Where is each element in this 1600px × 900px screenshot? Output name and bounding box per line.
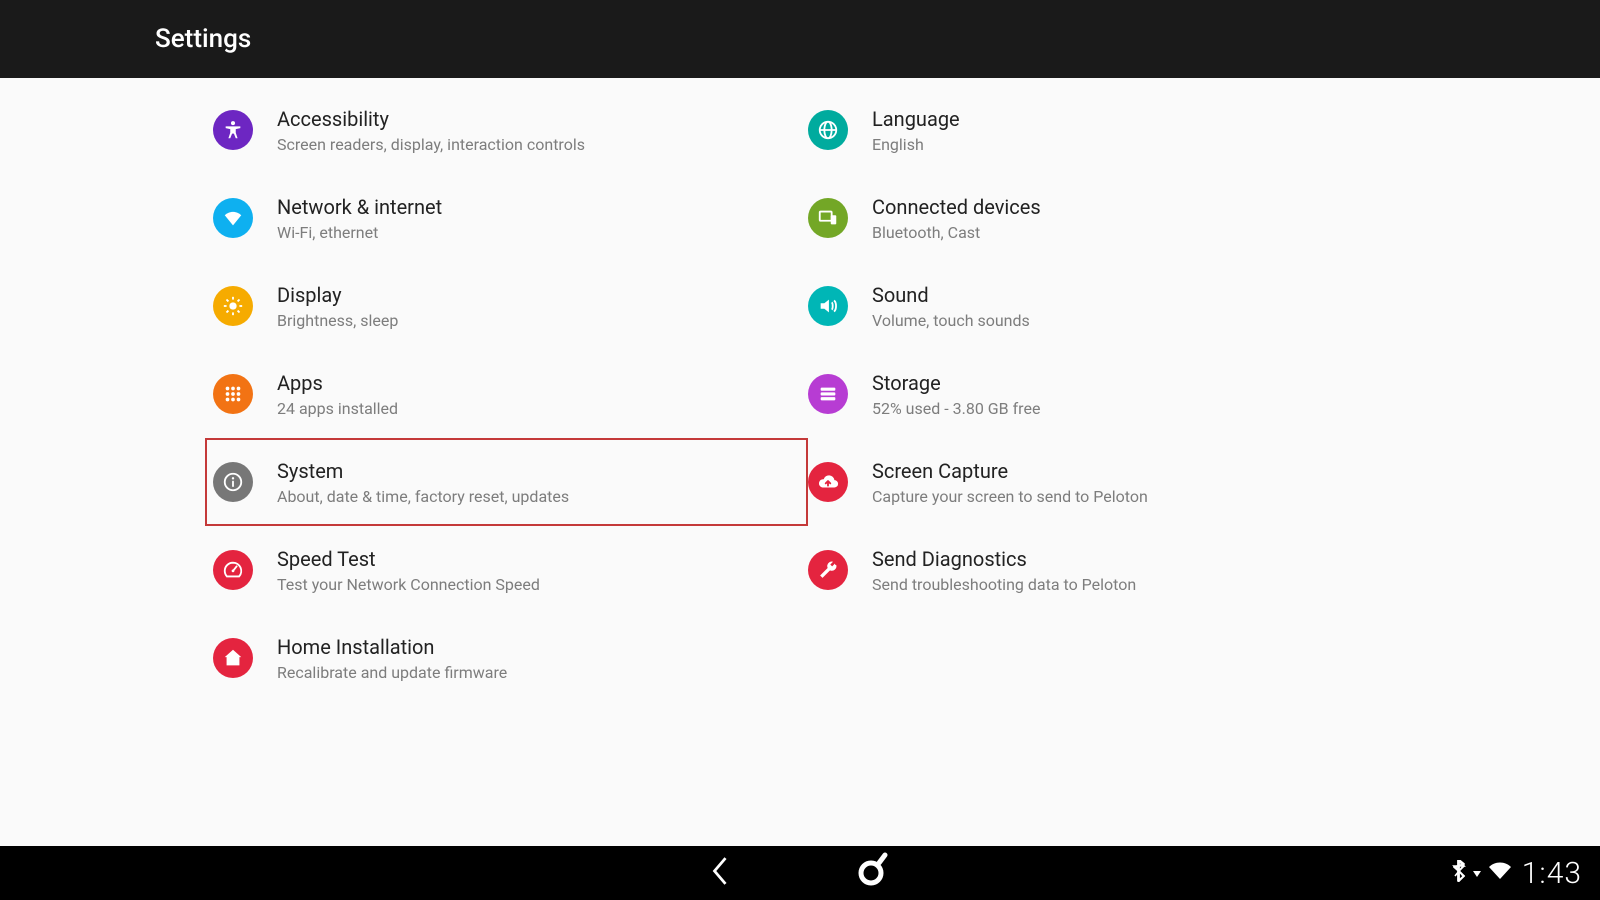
- row-subtitle: About, date & time, factory reset, updat…: [277, 487, 569, 506]
- row-title: Network & internet: [277, 195, 442, 220]
- row-subtitle: Wi-Fi, ethernet: [277, 223, 442, 242]
- settings-row-apps[interactable]: Apps 24 apps installed: [213, 350, 808, 438]
- bluetooth-icon: [1452, 860, 1466, 886]
- settings-row-display[interactable]: Display Brightness, sleep: [213, 262, 808, 350]
- row-text: Storage 52% used - 3.80 GB free: [872, 371, 1040, 418]
- navigation-bar: 1:43: [0, 846, 1600, 900]
- back-button[interactable]: [709, 854, 731, 892]
- settings-row-network-internet[interactable]: Network & internet Wi-Fi, ethernet: [213, 174, 808, 262]
- row-text: System About, date & time, factory reset,…: [277, 459, 569, 506]
- settings-row-home-installation[interactable]: Home Installation Recalibrate and update …: [213, 614, 808, 702]
- status-area: 1:43: [1452, 856, 1582, 891]
- apps-grid-icon: [213, 374, 253, 414]
- settings-row-storage[interactable]: Storage 52% used - 3.80 GB free: [808, 350, 1403, 438]
- caret-down-icon: [1472, 864, 1482, 883]
- row-subtitle: 24 apps installed: [277, 399, 398, 418]
- row-title: System: [277, 459, 569, 484]
- home-icon: [213, 638, 253, 678]
- storage-icon: [808, 374, 848, 414]
- row-title: Screen Capture: [872, 459, 1148, 484]
- clock: 1:43: [1522, 856, 1582, 891]
- settings-row-language[interactable]: Language English: [808, 86, 1403, 174]
- row-text: Send Diagnostics Send troubleshooting dat…: [872, 547, 1136, 594]
- row-subtitle: Volume, touch sounds: [872, 311, 1030, 330]
- row-subtitle: Recalibrate and update firmware: [277, 663, 507, 682]
- settings-row-system[interactable]: System About, date & time, factory reset,…: [205, 438, 808, 526]
- row-title: Display: [277, 283, 398, 308]
- row-subtitle: Test your Network Connection Speed: [277, 575, 540, 594]
- row-text: Network & internet Wi-Fi, ethernet: [277, 195, 442, 242]
- row-subtitle: Brightness, sleep: [277, 311, 398, 330]
- row-title: Apps: [277, 371, 398, 396]
- row-text: Sound Volume, touch sounds: [872, 283, 1030, 330]
- settings-row-send-diagnostics[interactable]: Send Diagnostics Send troubleshooting dat…: [808, 526, 1403, 614]
- settings-row-accessibility[interactable]: Accessibility Screen readers, display, in…: [213, 86, 808, 174]
- app-header: Settings: [0, 0, 1600, 78]
- row-title: Sound: [872, 283, 1030, 308]
- wifi-status-icon: [1488, 861, 1512, 885]
- nav-center: [709, 846, 891, 900]
- cloud-upload-icon: [808, 462, 848, 502]
- row-text: Speed Test Test your Network Connection S…: [277, 547, 540, 594]
- row-text: Apps 24 apps installed: [277, 371, 398, 418]
- row-title: Speed Test: [277, 547, 540, 572]
- settings-row-speed-test[interactable]: Speed Test Test your Network Connection S…: [213, 526, 808, 614]
- row-subtitle: Send troubleshooting data to Peloton: [872, 575, 1136, 594]
- speed-icon: [213, 550, 253, 590]
- settings-row-sound[interactable]: Sound Volume, touch sounds: [808, 262, 1403, 350]
- devices-icon: [808, 198, 848, 238]
- accessibility-icon: [213, 110, 253, 150]
- row-title: Storage: [872, 371, 1040, 396]
- row-text: Language English: [872, 107, 960, 154]
- row-text: Screen Capture Capture your screen to sen…: [872, 459, 1148, 506]
- row-title: Connected devices: [872, 195, 1041, 220]
- page-title: Settings: [155, 24, 251, 54]
- row-subtitle: Screen readers, display, interaction con…: [277, 135, 585, 154]
- volume-icon: [808, 286, 848, 326]
- row-text: Accessibility Screen readers, display, in…: [277, 107, 585, 154]
- globe-icon: [808, 110, 848, 150]
- settings-row-connected-devices[interactable]: Connected devices Bluetooth, Cast: [808, 174, 1403, 262]
- row-title: Language: [872, 107, 960, 132]
- row-text: Connected devices Bluetooth, Cast: [872, 195, 1041, 242]
- settings-column-left: Accessibility Screen readers, display, in…: [213, 86, 808, 846]
- row-subtitle: 52% used - 3.80 GB free: [872, 399, 1040, 418]
- info-icon: [213, 462, 253, 502]
- row-title: Send Diagnostics: [872, 547, 1136, 572]
- settings-content: Accessibility Screen readers, display, in…: [0, 78, 1600, 846]
- settings-column-right: Language English Connected devices Bluetoot…: [808, 86, 1403, 846]
- row-title: Home Installation: [277, 635, 507, 660]
- row-subtitle: Capture your screen to send to Peloton: [872, 487, 1148, 506]
- row-title: Accessibility: [277, 107, 585, 132]
- wifi-icon: [213, 198, 253, 238]
- row-text: Home Installation Recalibrate and update …: [277, 635, 507, 682]
- brightness-icon: [213, 286, 253, 326]
- settings-row-screen-capture[interactable]: Screen Capture Capture your screen to sen…: [808, 438, 1403, 526]
- peloton-logo-icon[interactable]: [851, 851, 891, 895]
- row-text: Display Brightness, sleep: [277, 283, 398, 330]
- wrench-icon: [808, 550, 848, 590]
- row-subtitle: Bluetooth, Cast: [872, 223, 1041, 242]
- row-subtitle: English: [872, 135, 960, 154]
